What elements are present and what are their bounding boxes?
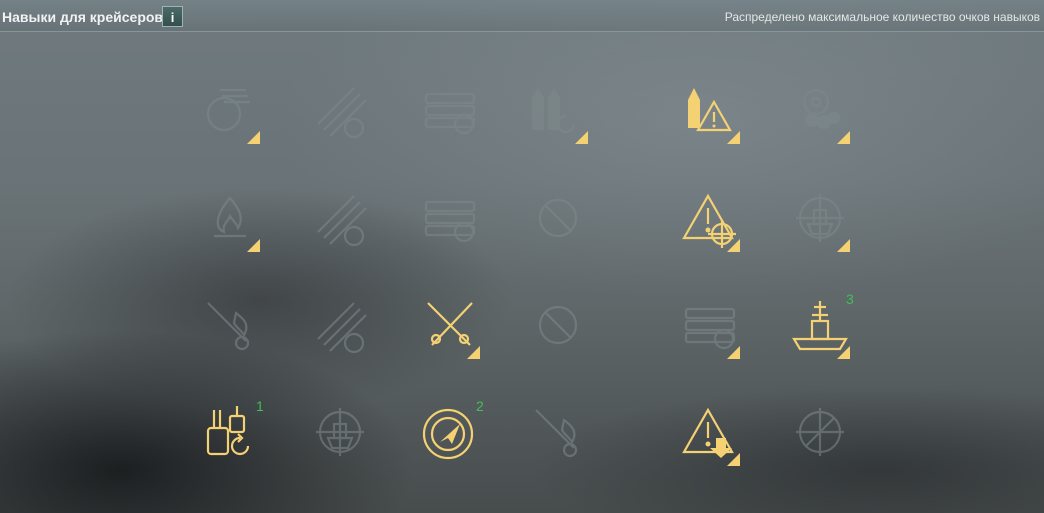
torpedo-tubes-reload-icon (424, 92, 476, 135)
skill-slot[interactable] (790, 80, 850, 144)
upgrade-corner-icon (575, 131, 588, 144)
skill-slot[interactable] (528, 402, 588, 466)
ship-crosshair-icon (316, 408, 364, 456)
skill-slot[interactable] (420, 188, 480, 252)
skill-slot[interactable] (310, 80, 370, 144)
upgrade-corner-icon (467, 346, 480, 359)
skill-slot[interactable] (528, 188, 588, 252)
skill-order-number: 2 (476, 398, 484, 414)
info-button[interactable]: i (162, 6, 183, 27)
skill-slot[interactable] (680, 188, 740, 252)
torpedo-repair-icon (317, 302, 367, 354)
torpedo-tubes-crosshair-icon (424, 200, 476, 243)
skill-slot[interactable] (200, 188, 260, 252)
skill-slot[interactable] (790, 188, 850, 252)
skill-slot[interactable] (420, 80, 480, 144)
upgrade-corner-icon (837, 131, 850, 144)
torpedo-reload-icon (317, 87, 367, 139)
skill-slot[interactable]: 3 (790, 291, 854, 359)
skill-order-number: 3 (846, 291, 854, 307)
upgrade-corner-icon (837, 239, 850, 252)
top-bar: Навыки для крейсеров i Распределено макс… (0, 0, 1044, 32)
skill-slot[interactable] (680, 80, 740, 144)
skill-slot[interactable] (310, 188, 370, 252)
page-title: Навыки для крейсеров (2, 9, 164, 25)
skill-slot[interactable] (310, 295, 370, 359)
skill-order-number: 1 (256, 398, 264, 414)
upgrade-corner-icon (727, 131, 740, 144)
aircraft-fire-icon (535, 409, 578, 458)
upgrade-corner-icon (837, 346, 850, 359)
skill-slot[interactable] (528, 295, 588, 359)
upgrade-corner-icon (247, 131, 260, 144)
skill-slot[interactable]: 2 (420, 398, 484, 466)
skill-slot[interactable] (310, 402, 370, 466)
skill-points-status: Распределено максимальное количество очк… (724, 10, 1040, 24)
upgrade-corner-icon (247, 239, 260, 252)
radar-compass-icon (422, 408, 474, 460)
upgrade-corner-icon (727, 346, 740, 359)
skill-slot[interactable] (200, 295, 260, 359)
skill-slot[interactable] (200, 80, 260, 144)
turret-rotation-icon (206, 406, 250, 456)
skill-slot[interactable] (680, 402, 740, 466)
skill-slot[interactable] (420, 295, 480, 359)
upgrade-corner-icon (727, 453, 740, 466)
skill-slot[interactable] (680, 295, 740, 359)
blocked-icon (538, 305, 578, 345)
skill-slot[interactable] (528, 80, 588, 144)
skill-slot[interactable]: 1 (200, 398, 264, 466)
targeted-aircraft-icon (796, 408, 844, 456)
torpedo-reload-2-icon (317, 195, 367, 247)
skill-slot[interactable] (790, 402, 850, 466)
anti-aircraft-fire-icon (207, 302, 250, 351)
blocked-icon (538, 198, 578, 238)
upgrade-corner-icon (727, 239, 740, 252)
